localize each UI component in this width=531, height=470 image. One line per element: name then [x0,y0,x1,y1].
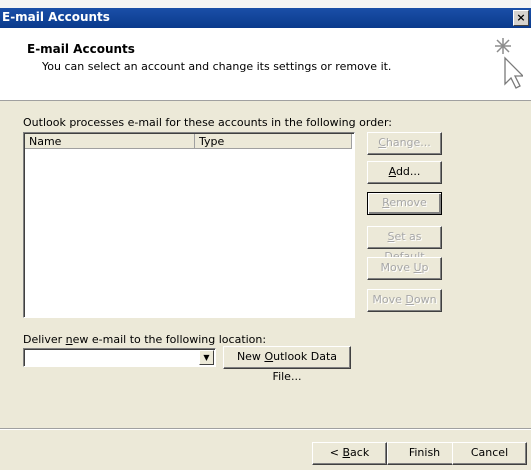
accounts-list[interactable]: Name Type [23,132,355,318]
move-down-label-start: Move [372,293,406,306]
move-down-button[interactable]: Move Down [367,289,442,312]
email-accounts-dialog: E-mail Accounts × E-mail Accounts You ca… [0,0,531,470]
change-label-rest: hange... [385,136,431,149]
finish-button[interactable]: Finish [387,442,462,465]
new-data-file-label-rest: utlook Data File... [272,350,338,383]
column-name-label: Name [29,135,62,148]
header-title: E-mail Accounts [27,42,135,56]
back-label-rest: ack [350,446,370,459]
title-bar[interactable]: E-mail Accounts × [0,8,531,28]
accounts-order-label: Outlook processes e-mail for these accou… [23,116,392,129]
column-header-type[interactable]: Type [195,134,352,149]
remove-button[interactable]: Remove [367,192,442,215]
deliver-label-rest: ew e-mail to the following location: [72,333,267,346]
wizard-sparkle-icon [495,38,523,89]
deliver-label-start: Deliver [23,333,66,346]
new-outlook-data-file-button[interactable]: New Outlook Data File... [223,346,351,383]
move-down-label-rest: own [413,293,437,306]
window-title: E-mail Accounts [2,10,110,24]
cancel-label: Cancel [470,446,509,459]
move-up-button[interactable]: Move Up [367,257,442,280]
footer-separator [0,428,531,430]
finish-label: Finish [408,446,441,459]
column-type-label: Type [199,135,225,148]
remove-label-rest: emove [389,196,427,209]
move-up-label-rest: p [421,261,429,274]
back-label-start: < [329,446,343,459]
close-icon[interactable]: × [513,10,529,26]
move-down-accel: D [405,293,414,306]
set-as-default-button[interactable]: Set as Default [367,226,442,263]
header-subtitle: You can select an account and change its… [42,60,392,73]
column-header-name[interactable]: Name [25,134,195,149]
back-button[interactable]: < Back [312,442,387,465]
new-data-file-accel: O [264,350,274,363]
add-button[interactable]: Add... [367,161,442,184]
deliver-accel: n [65,333,73,346]
cancel-button[interactable]: Cancel [452,442,527,465]
add-accel: A [388,165,396,178]
move-up-accel: U [413,261,422,274]
add-label-rest: dd... [395,165,421,178]
back-accel: B [342,446,351,459]
chevron-down-icon[interactable]: ▼ [199,350,214,365]
move-up-label-start: Move [380,261,414,274]
new-data-file-label-start: New [236,350,265,363]
change-accel: C [378,136,386,149]
deliver-location-label: Deliver new e-mail to the following loca… [23,333,266,346]
delivery-location-dropdown[interactable]: ▼ [23,348,216,367]
change-button[interactable]: Change... [367,132,442,155]
top-strip [0,0,531,8]
wizard-header: E-mail Accounts You can select an accoun… [0,28,531,101]
